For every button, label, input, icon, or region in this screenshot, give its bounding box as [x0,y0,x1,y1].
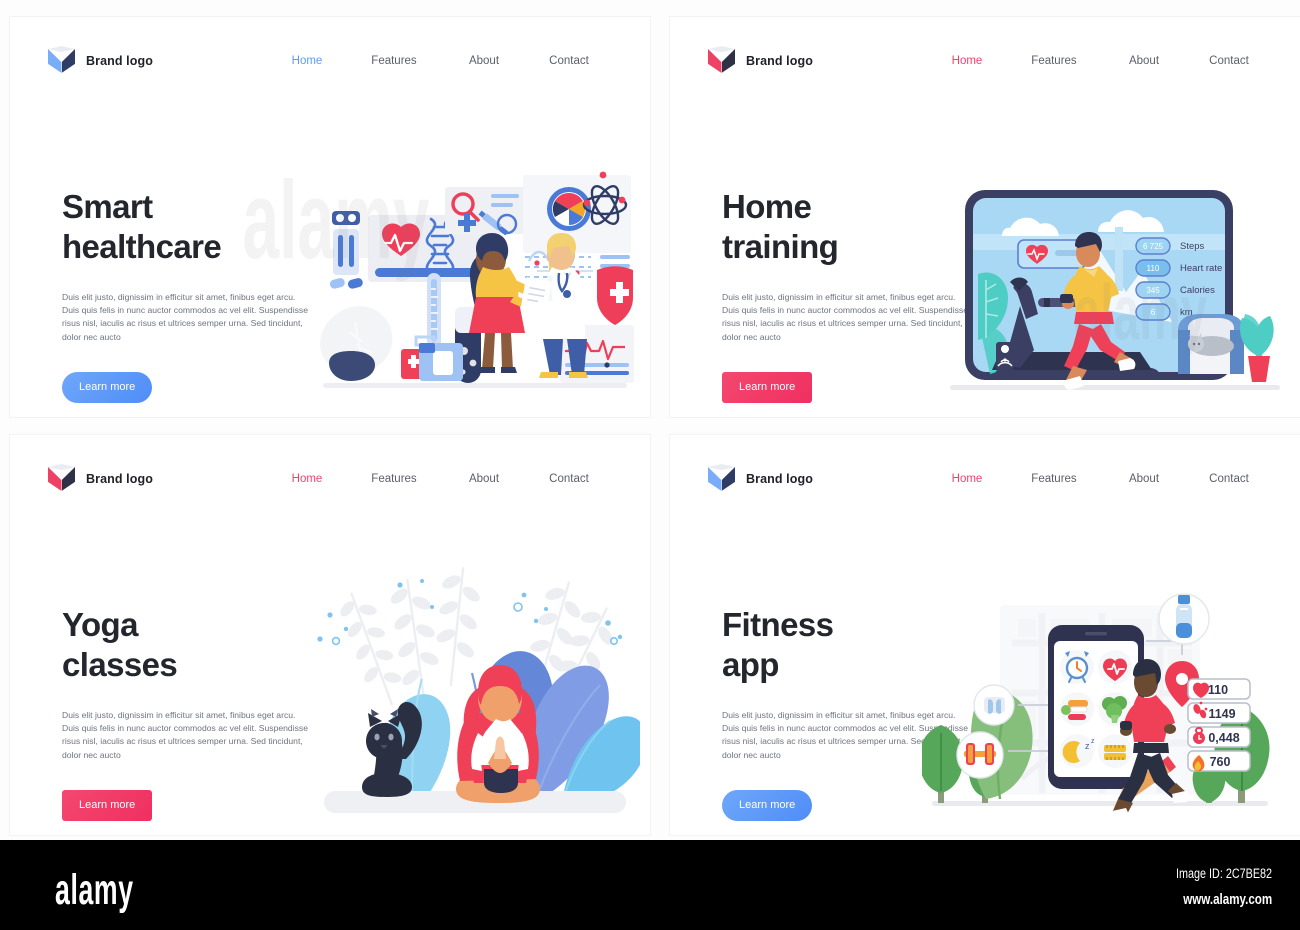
nav-item-about[interactable]: About [442,55,526,67]
alamy-url: www.alamy.com [1183,892,1272,908]
stat-label-steps: Steps [1180,241,1205,252]
svg-text:z: z [1091,738,1095,745]
learn-more-button[interactable]: Learn more [722,789,813,821]
page-title: Yoga classes [62,606,178,683]
brand-label: Brand logo [746,54,813,68]
nav-item-contact[interactable]: Contact [526,55,612,67]
nav-item-home[interactable]: Home [928,55,1006,67]
stat-value-steps: 1149 [1208,707,1235,721]
doctor-character [520,233,588,378]
stat-label-calories: Calories [1180,285,1215,296]
nav-item-about[interactable]: About [1102,55,1186,67]
cube-logo-icon [708,464,735,494]
nav-item-home[interactable]: Home [928,473,1006,485]
image-id-label: Image ID: 2C7BE82 [1175,866,1272,881]
brand[interactable]: Brand logo [48,464,153,494]
brand[interactable]: Brand logo [708,464,813,494]
stat-value-calories: 760 [1210,755,1231,769]
alamy-logo: alamy [55,866,134,914]
hero-description: Duis elit justo, dignissim in efficitur … [722,292,968,342]
stat-value-calories: 345 [1146,286,1160,295]
svg-text:z: z [1085,741,1090,751]
main-nav: Home Features About Contact [268,55,612,67]
hero-copy: Smart healthcare Duis elit justo, digniss… [62,187,312,417]
stat-value-time: 0,448 [1208,731,1239,745]
panel-header: Brand logo Home Features About Contact [10,43,650,79]
brand-label: Brand logo [86,472,153,486]
nav-item-home[interactable]: Home [268,55,346,67]
stat-value-steps: 6 725 [1143,242,1164,251]
hero-description: Duis elit justo, dignissim in efficitur … [62,292,308,342]
panel-home-training: Brand logo Home Features About Contact H… [670,17,1300,417]
cube-logo-icon [48,46,75,76]
nav-item-contact[interactable]: Contact [1186,473,1272,485]
brand-label: Brand logo [746,472,813,486]
main-nav: Home Features About Contact [268,473,612,485]
brand[interactable]: Brand logo [48,46,153,76]
nav-item-contact[interactable]: Contact [1186,55,1272,67]
hero-copy: Yoga classes Duis elit justo, dignissim i… [62,605,312,835]
learn-more-button[interactable]: Learn more [62,371,153,403]
cube-logo-icon [708,46,735,76]
brand[interactable]: Brand logo [708,46,813,76]
hero-copy: Home training Duis elit justo, dignissim … [722,187,972,417]
nav-item-about[interactable]: About [1102,473,1186,485]
nav-item-about[interactable]: About [442,473,526,485]
yoga-classes-illustration [310,563,640,813]
page-title: Home training [722,188,839,265]
panel-smart-healthcare: Brand logo Home Features About Contact S… [10,17,650,417]
stat-label-heart-rate: Heart rate [1180,263,1222,274]
screenshot-root: Brand logo Home Features About Contact S… [0,0,1300,930]
nav-item-features[interactable]: Features [346,473,442,485]
nav-item-contact[interactable]: Contact [526,473,612,485]
stat-value-heart: 110 [1208,683,1228,697]
main-nav: Home Features About Contact [928,473,1272,485]
panel-yoga-classes: Brand logo Home Features About Contact Y… [10,435,650,835]
home-training-illustration: 6 725 110 345 6 Steps Heart rate Calorie… [940,182,1290,397]
main-nav: Home Features About Contact [928,55,1272,67]
landing-page-grid: Brand logo Home Features About Contact S… [0,0,1300,840]
nav-item-home[interactable]: Home [268,473,346,485]
learn-more-button[interactable]: Learn more [722,371,813,403]
stat-value-heart-rate: 110 [1147,264,1160,273]
panel-header: Brand logo Home Features About Contact [670,461,1300,497]
panel-header: Brand logo Home Features About Contact [10,461,650,497]
alamy-footer-bar: alamy Image ID: 2C7BE82 www.alamy.com [0,840,1300,930]
stat-value-km: 6 [1151,308,1156,317]
cube-logo-icon [48,464,75,494]
brand-label: Brand logo [86,54,153,68]
hero-description: Duis elit justo, dignissim in efficitur … [62,710,308,760]
nav-item-features[interactable]: Features [1006,473,1102,485]
learn-more-button[interactable]: Learn more [62,789,153,821]
fitness-app-illustration: z z 110 1149 0,448 760 [922,583,1277,823]
nav-item-features[interactable]: Features [346,55,442,67]
panel-fitness-app: Brand logo Home Features About Contact F… [670,435,1300,835]
page-title: Smart healthcare [62,188,222,265]
panel-header: Brand logo Home Features About Contact [670,43,1300,79]
smart-healthcare-illustration [315,167,635,402]
nav-item-features[interactable]: Features [1006,55,1102,67]
